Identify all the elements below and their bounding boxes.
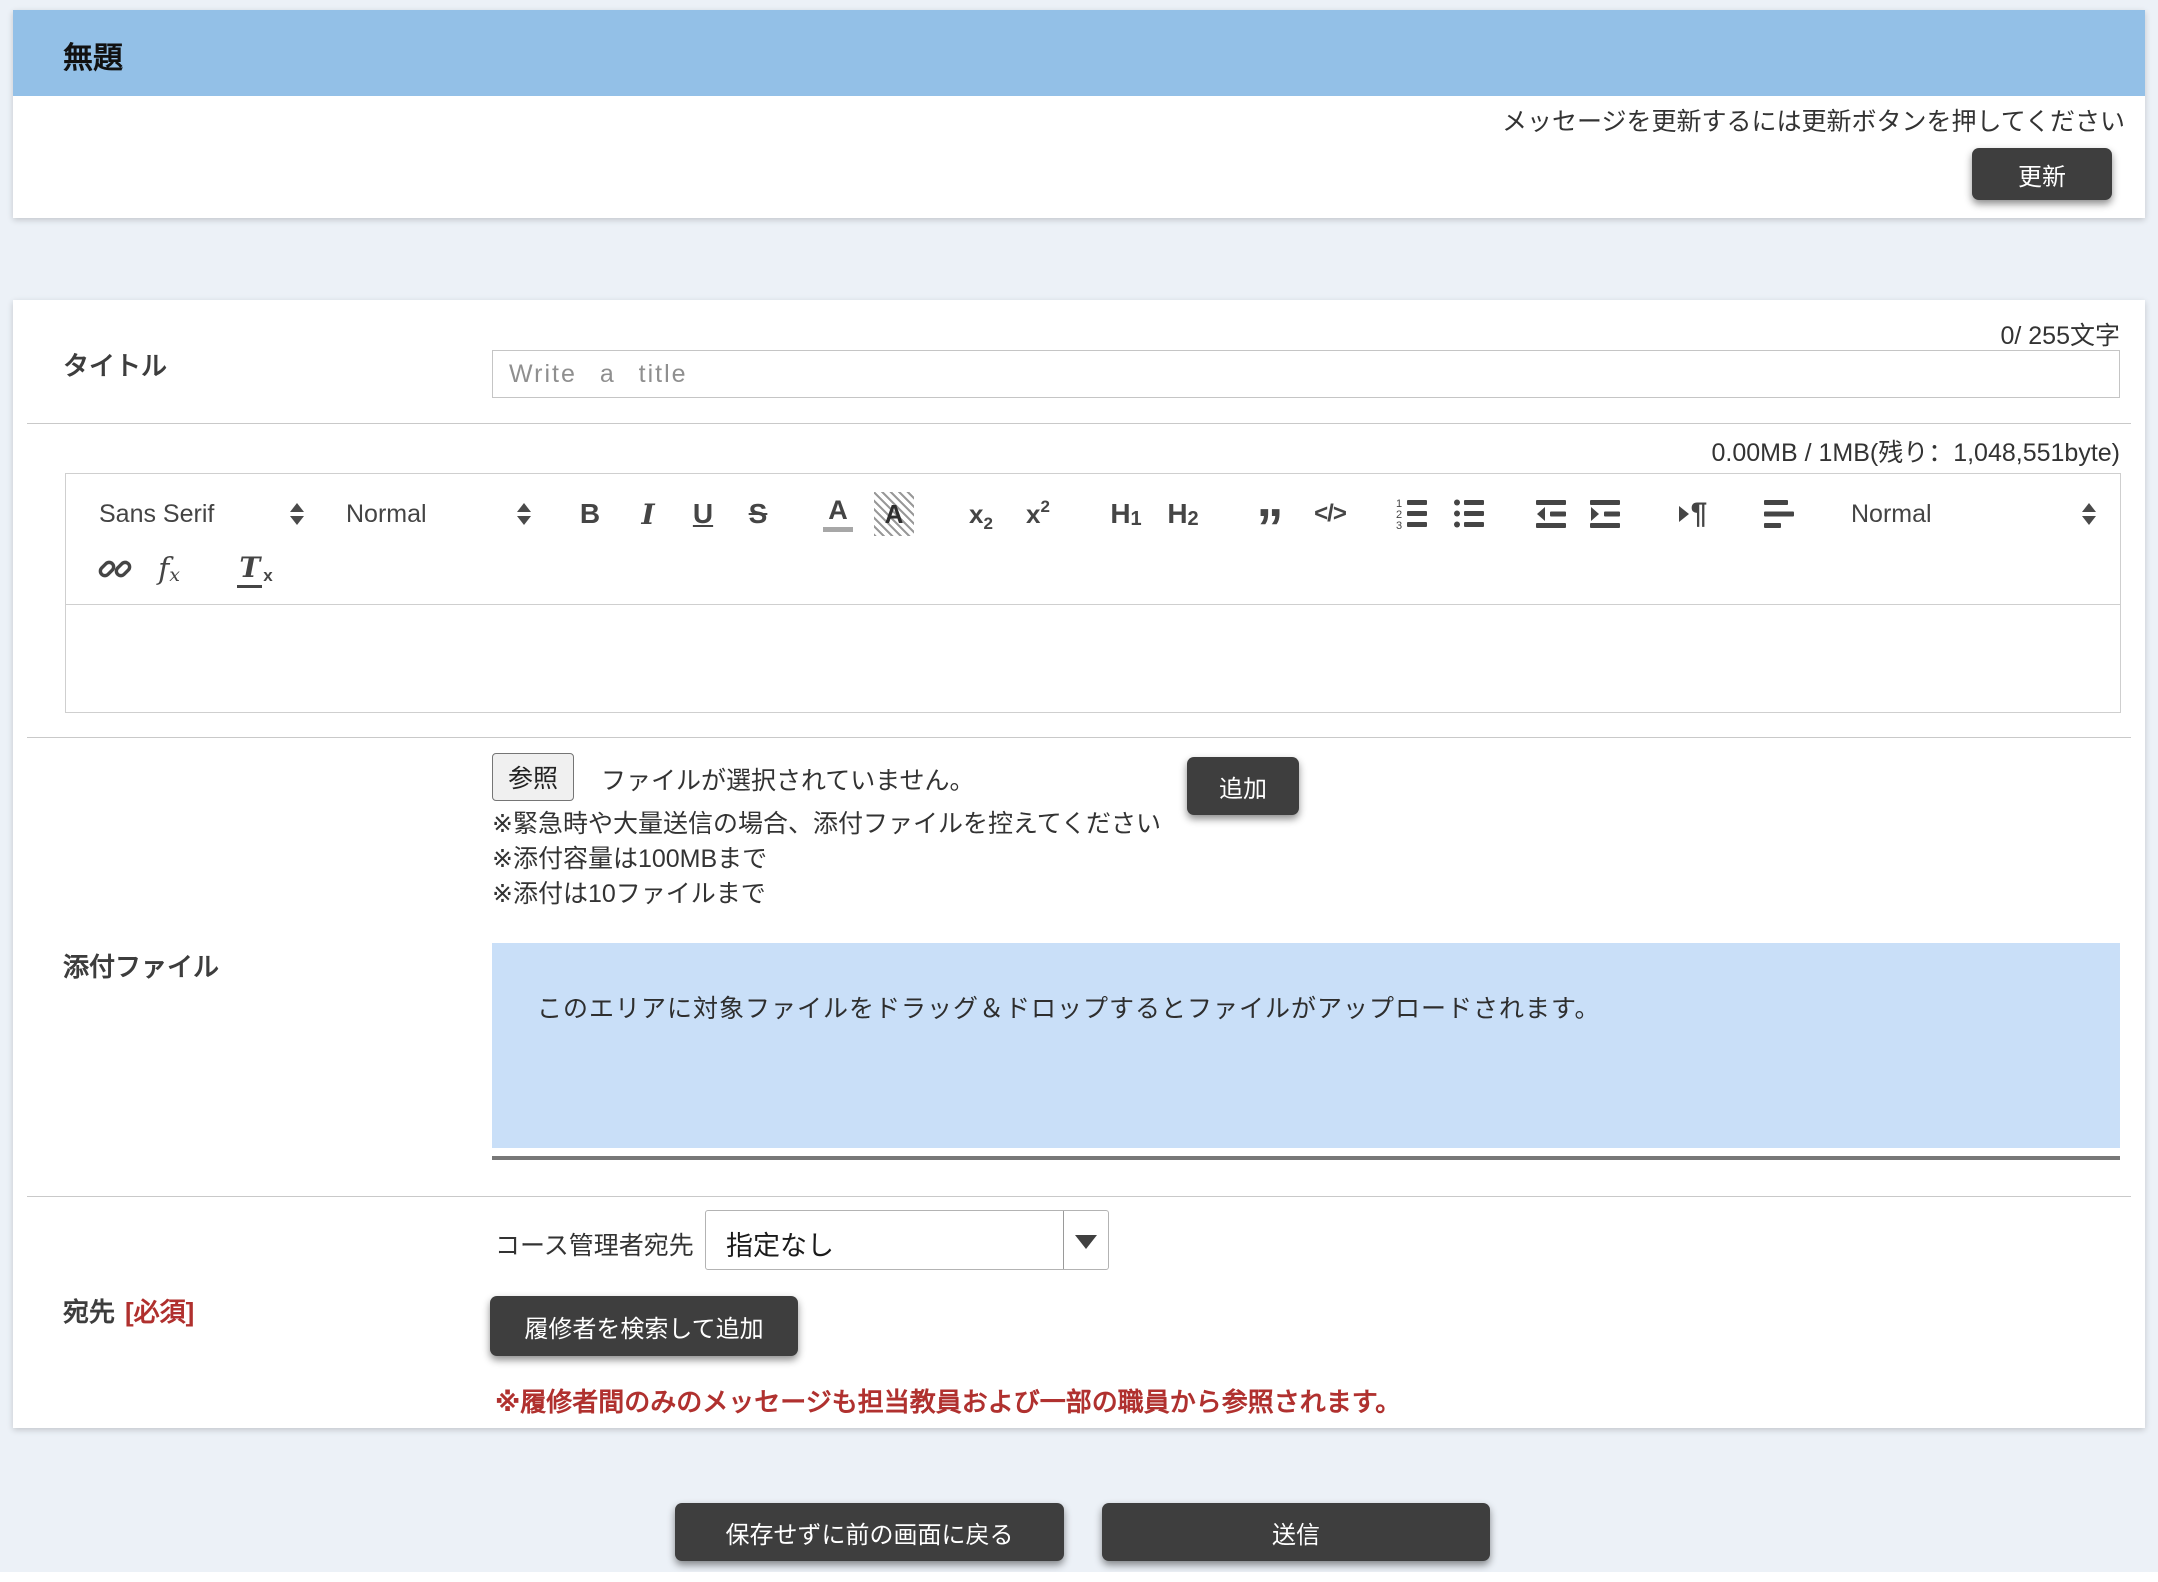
attachment-note: ※添付容量は100MBまで	[492, 842, 1161, 877]
destination-warning-note: ※履修者間のみのメッセージも担当教員および一部の職員から参照されます。	[495, 1382, 1401, 1419]
attachment-note: ※添付は10ファイルまで	[492, 877, 1161, 912]
font-size-select[interactable]: Normal	[1851, 489, 2096, 539]
file-dropzone[interactable]: このエリアに対象ファイルをドラッグ＆ドロップするとファイルがアップロードされます…	[492, 943, 2120, 1148]
font-size-value: Normal	[1851, 500, 1932, 529]
superscript-button[interactable]: x2	[1017, 489, 1059, 539]
heading-value: Normal	[346, 500, 427, 529]
destination-row: コース管理者宛先 指定なし 宛先[必須] 履修者を検索して追加 ※履修者間のみの…	[13, 1196, 2145, 1428]
subscript-button[interactable]: x2	[960, 489, 1002, 539]
superscript-icon: x2	[1026, 499, 1050, 530]
title-char-counter: 0/ 255文字	[2000, 316, 2120, 352]
bullet-list-button[interactable]	[1448, 489, 1490, 539]
indent-button[interactable]	[1584, 489, 1626, 539]
blockquote-button[interactable]: ”	[1249, 489, 1291, 539]
attachment-row: 参照 ファイルが選択されていません。 追加 ※緊急時や大量送信の場合、添付ファイ…	[13, 737, 2145, 1196]
italic-button[interactable]: I	[627, 489, 669, 539]
no-file-selected-text: ファイルが選択されていません。	[601, 761, 975, 797]
background-color-button[interactable]: A	[873, 489, 915, 539]
subscript-icon: x2	[969, 499, 993, 530]
body-size-counter: 0.00MB / 1MB(残り：1,048,551byte)	[1711, 433, 2120, 469]
heading1-icon: H1	[1110, 498, 1141, 530]
text-direction-icon	[1679, 506, 1689, 522]
required-badge: [必須]	[125, 1297, 194, 1327]
message-title: 無題	[63, 33, 123, 77]
send-button[interactable]: 送信	[1102, 1503, 1490, 1561]
outdent-icon	[1533, 496, 1569, 532]
clear-formatting-button[interactable]: T x	[234, 544, 276, 594]
search-students-button[interactable]: 履修者を検索して追加	[490, 1296, 798, 1356]
background-color-icon: A	[874, 492, 914, 536]
link-button[interactable]	[94, 544, 136, 594]
title-row: 0/ 255文字 タイトル	[13, 300, 2145, 423]
message-header-panel: 無題 メッセージを更新するには更新ボタンを押してください 更新	[13, 10, 2145, 218]
formula-icon: f	[158, 552, 169, 587]
ordered-list-icon: 123	[1394, 496, 1430, 532]
align-button[interactable]	[1758, 489, 1800, 539]
message-edit-page: 無題 メッセージを更新するには更新ボタンを押してください 更新 0/ 255文字…	[0, 0, 2158, 1582]
outdent-button[interactable]	[1530, 489, 1572, 539]
strikethrough-button[interactable]: S	[737, 489, 779, 539]
upload-progress-bar	[492, 1156, 2120, 1160]
destination-label: 宛先[必須]	[63, 1292, 194, 1329]
select-updown-icon	[2082, 503, 2096, 525]
editor-content-area[interactable]	[66, 605, 2120, 712]
select-updown-icon	[517, 503, 531, 525]
text-direction-button[interactable]: ¶	[1668, 489, 1718, 539]
code-block-button[interactable]: </>	[1302, 489, 1358, 539]
underline-button[interactable]: U	[682, 489, 724, 539]
file-browse-button[interactable]: 参照	[492, 753, 574, 801]
title-input[interactable]	[492, 350, 2120, 398]
course-admin-select-value: 指定なし	[726, 1224, 834, 1263]
bold-icon: B	[580, 498, 600, 530]
course-admin-select[interactable]: 指定なし	[705, 1210, 1109, 1270]
select-separator	[1063, 1211, 1064, 1269]
heading2-button[interactable]: H2	[1158, 489, 1208, 539]
heading1-button[interactable]: H1	[1101, 489, 1151, 539]
font-family-value: Sans Serif	[99, 500, 214, 529]
underline-icon: U	[693, 498, 713, 530]
bullet-list-icon	[1451, 496, 1487, 532]
update-button[interactable]: 更新	[1972, 148, 2112, 200]
add-attachment-button[interactable]: 追加	[1187, 757, 1299, 815]
editor-toolbar: Sans Serif Normal B I U S A	[66, 474, 2120, 605]
dropzone-text: このエリアに対象ファイルをドラッグ＆ドロップするとファイルがアップロードされます…	[537, 989, 1601, 1025]
clear-formatting-icon: T	[237, 551, 262, 588]
italic-icon: I	[641, 498, 654, 531]
chevron-down-icon	[1075, 1235, 1097, 1249]
attachment-note: ※緊急時や大量送信の場合、添付ファイルを控えてください	[492, 807, 1161, 842]
link-icon	[97, 551, 133, 587]
heading2-icon: H2	[1167, 498, 1198, 530]
font-family-select[interactable]: Sans Serif	[99, 489, 304, 539]
select-updown-icon	[290, 503, 304, 525]
strikethrough-icon: S	[749, 498, 768, 530]
rich-text-editor: Sans Serif Normal B I U S A	[65, 473, 2121, 713]
bold-button[interactable]: B	[569, 489, 611, 539]
heading-select[interactable]: Normal	[346, 489, 531, 539]
message-form-panel: 0/ 255文字 タイトル 0.00MB / 1MB(残り：1,048,551b…	[13, 300, 2145, 1428]
back-without-saving-button[interactable]: 保存せずに前の画面に戻る	[675, 1503, 1064, 1561]
code-block-icon: </>	[1314, 500, 1346, 528]
svg-text:3: 3	[1396, 520, 1402, 532]
editor-row: 0.00MB / 1MB(残り：1,048,551byte) Sans Seri…	[13, 423, 2145, 737]
title-label: タイトル	[63, 346, 167, 383]
text-color-icon: A	[823, 497, 853, 532]
indent-icon	[1587, 496, 1623, 532]
update-instruction-text: メッセージを更新するには更新ボタンを押してください	[1502, 102, 2125, 138]
next-panel-edge	[0, 1572, 2158, 1582]
formula-button[interactable]: f x	[148, 544, 190, 594]
course-admin-label: コース管理者宛先	[495, 1226, 694, 1262]
text-color-button[interactable]: A	[817, 489, 859, 539]
message-title-bar: 無題	[13, 10, 2145, 96]
align-icon	[1761, 496, 1797, 532]
attachment-label: 添付ファイル	[63, 947, 219, 984]
ordered-list-button[interactable]: 123	[1391, 489, 1433, 539]
attachment-notes: ※緊急時や大量送信の場合、添付ファイルを控えてください ※添付容量は100MBま…	[492, 807, 1161, 912]
